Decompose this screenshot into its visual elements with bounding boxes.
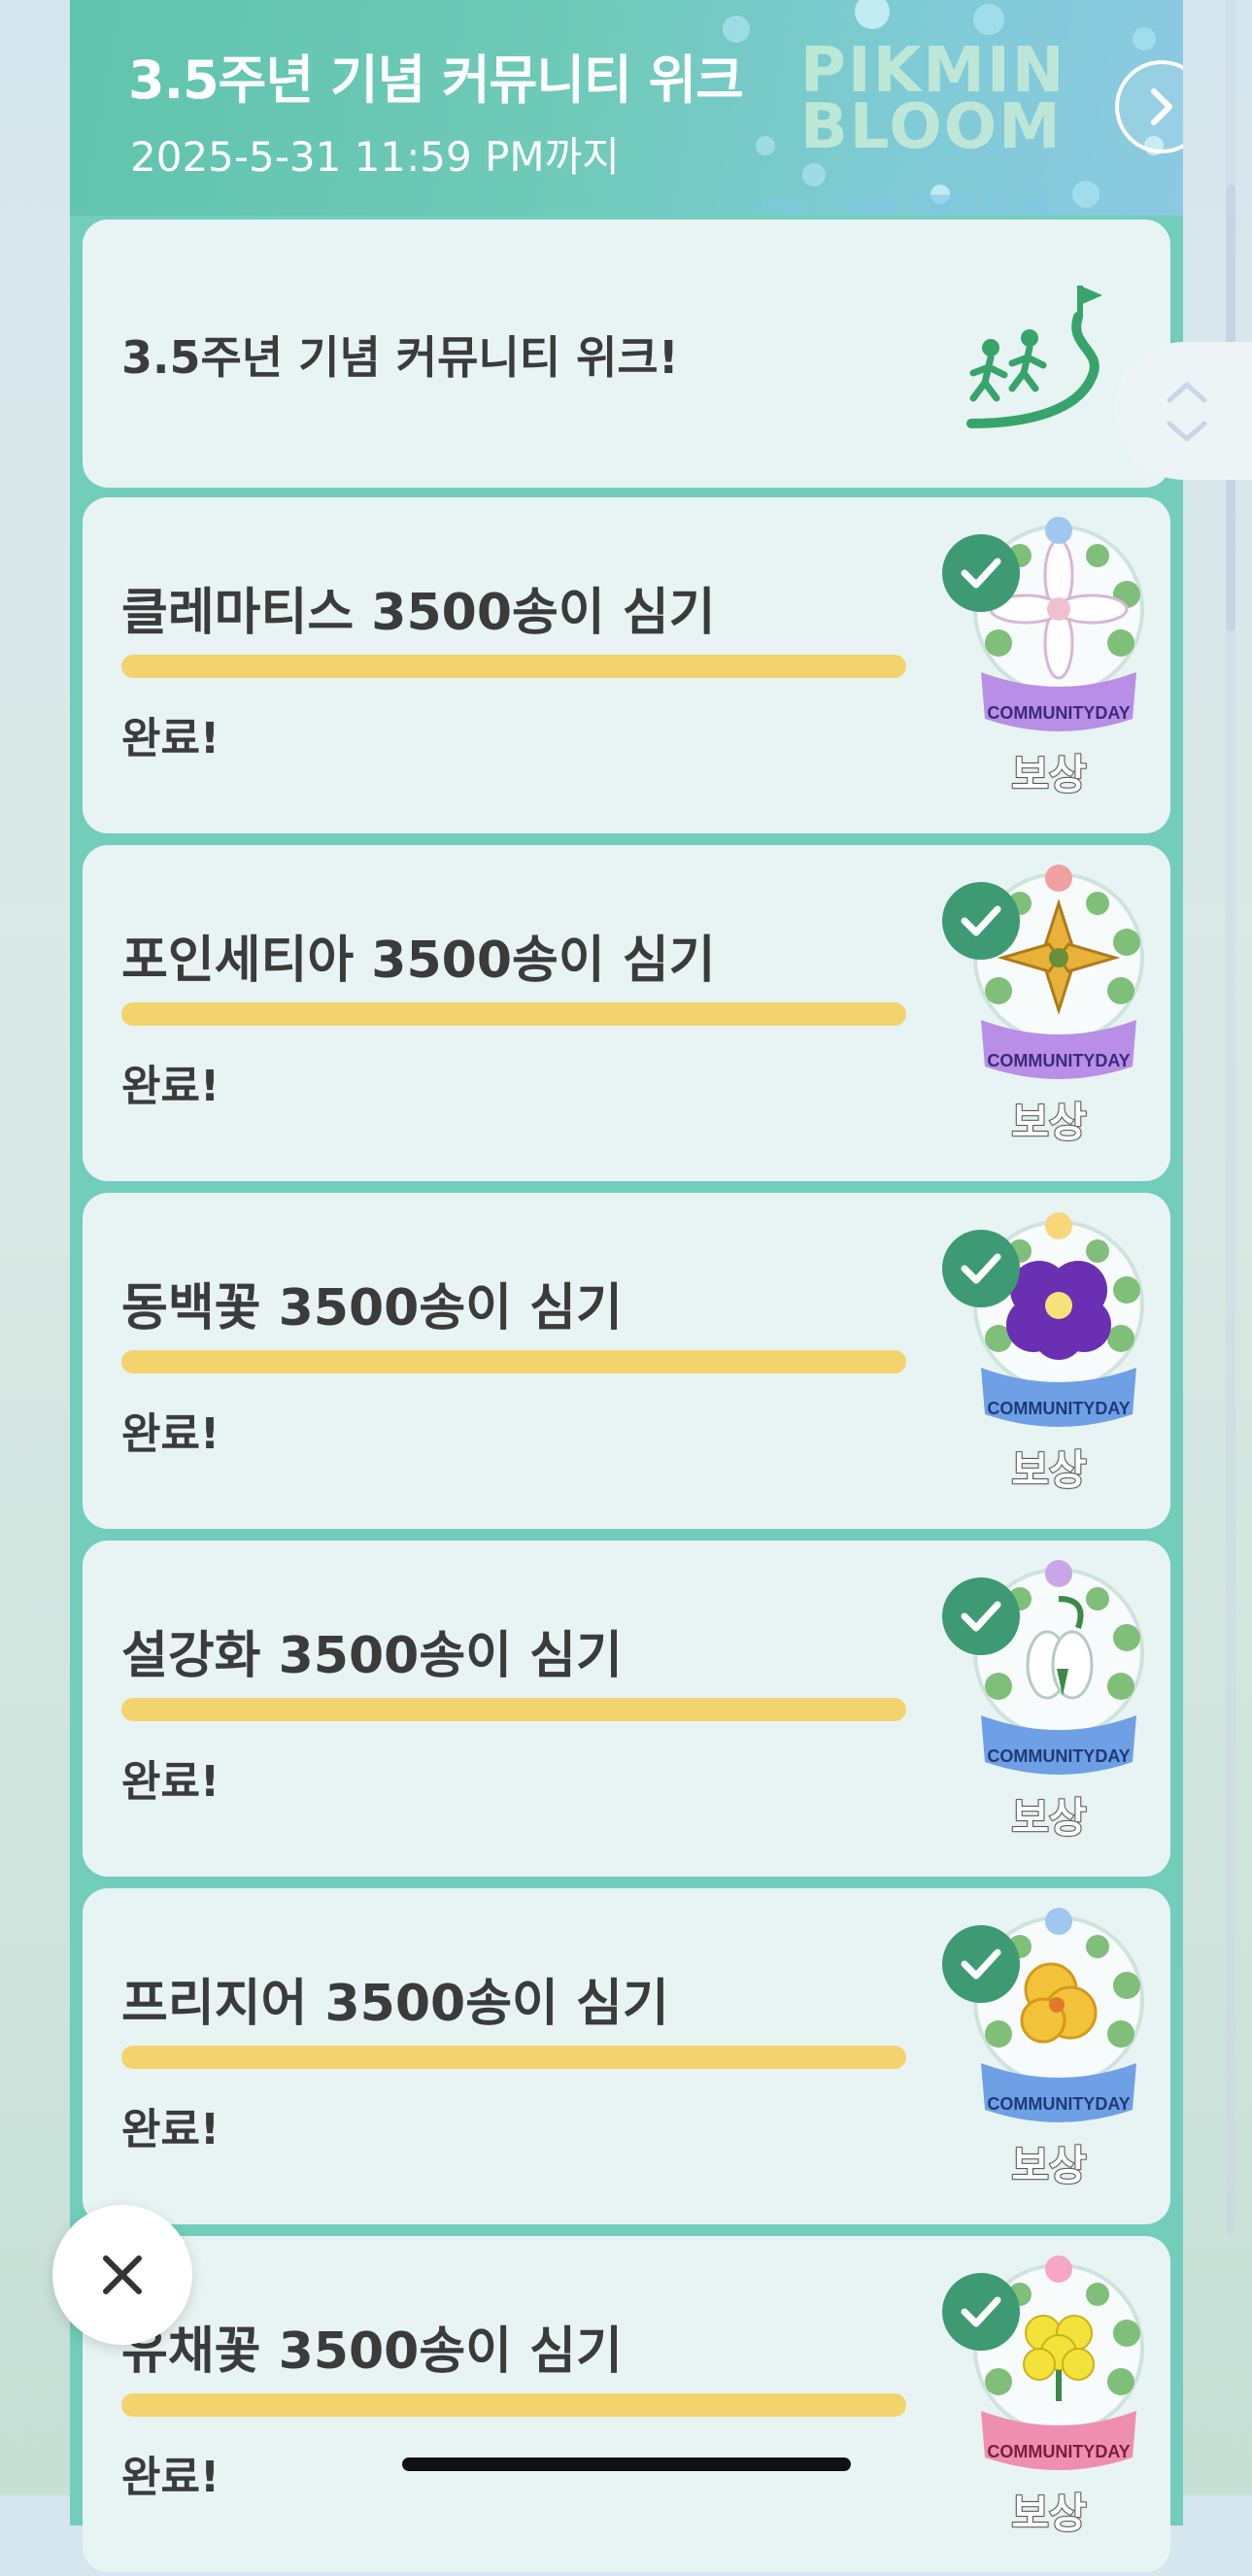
task-card: 클레마티스 3500송이 심기 완료! COMMUNITYDAY 보상 xyxy=(83,497,1170,833)
task-status: 완료! xyxy=(121,2453,220,2502)
task-title: 포인세티아 3500송이 심기 xyxy=(121,932,716,990)
task-card: 동백꽃 3500송이 심기 완료! COMMUNITYDAY 보상 xyxy=(83,1193,1170,1529)
task-status: 완료! xyxy=(121,1757,220,1807)
check-icon xyxy=(942,882,1020,960)
reward-badge[interactable]: COMMUNITYDAY 보상 xyxy=(942,517,1156,837)
intro-card: 3.5주년 기념 커뮤니티 위크! xyxy=(83,220,1170,488)
progress-bar xyxy=(121,1002,906,1026)
reward-badge[interactable]: COMMUNITYDAY 보상 xyxy=(942,1212,1156,1533)
check-icon xyxy=(942,1577,1020,1655)
progress-bar xyxy=(121,2046,906,2069)
check-icon xyxy=(942,534,1020,612)
badge-text: COMMUNITYDAY xyxy=(987,2094,1130,2114)
task-title: 프리지어 3500송이 심기 xyxy=(121,1975,669,2033)
task-card: 포인세티아 3500송이 심기 완료! COMMUNITYDAY 보상 xyxy=(83,845,1170,1181)
reward-badge[interactable]: COMMUNITYDAY 보상 xyxy=(942,864,1156,1185)
progress-bar xyxy=(121,2393,906,2417)
reward-label: 보상 xyxy=(1010,1445,1087,1495)
banner-anniversary-text: 3.5주년 xyxy=(756,163,1058,216)
page-title: 3.5주년 기념 커뮤니티 위크 xyxy=(128,50,744,111)
close-icon xyxy=(103,2255,142,2294)
reward-label: 보상 xyxy=(1010,2141,1087,2190)
check-icon xyxy=(942,1230,1020,1307)
progress-bar xyxy=(121,655,906,678)
progress-bar xyxy=(121,1698,906,1721)
check-icon xyxy=(942,1925,1020,2003)
reward-label: 보상 xyxy=(1010,2489,1087,2538)
reward-label: 보상 xyxy=(1010,1098,1087,1147)
reward-badge[interactable]: COMMUNITYDAY 보상 xyxy=(942,1908,1156,2228)
reward-badge[interactable]: COMMUNITYDAY 보상 xyxy=(942,1560,1156,1881)
task-title: 설강화 3500송이 심기 xyxy=(121,1627,623,1685)
task-card: 프리지어 3500송이 심기 완료! COMMUNITYDAY 보상 xyxy=(83,1888,1170,2224)
close-button[interactable] xyxy=(52,2205,192,2345)
task-status: 완료! xyxy=(121,1409,220,1459)
reward-label: 보상 xyxy=(1010,1793,1087,1843)
challenge-header: PIKMIN BLOOM 3.5주년 3.5주년 기념 커뮤니티 위크 2025… xyxy=(70,0,1183,216)
chevron-right-icon xyxy=(1151,88,1172,125)
task-status: 완료! xyxy=(121,2105,220,2154)
task-title: 동백꽃 3500송이 심기 xyxy=(121,1279,623,1338)
badge-text: COMMUNITYDAY xyxy=(987,703,1130,723)
scroll-handle[interactable] xyxy=(1115,342,1252,480)
badge-text: COMMUNITYDAY xyxy=(987,2442,1130,2461)
badge-text: COMMUNITYDAY xyxy=(987,1399,1130,1418)
progress-bar xyxy=(121,1350,906,1373)
task-status: 완료! xyxy=(121,1062,220,1111)
check-icon xyxy=(942,2273,1020,2351)
task-card: 유채꽃 3500송이 심기 완료! COMMUNITYDAY 보상 xyxy=(83,2236,1170,2572)
badge-text: COMMUNITYDAY xyxy=(987,1746,1130,1766)
banner-logo-line: BLOOM xyxy=(800,91,1063,163)
task-status: 완료! xyxy=(121,714,220,763)
intro-text: 3.5주년 기념 커뮤니티 위크! xyxy=(121,331,679,384)
badge-text: COMMUNITYDAY xyxy=(987,1051,1130,1070)
task-card: 설강화 3500송이 심기 완료! COMMUNITYDAY 보상 xyxy=(83,1541,1170,1877)
reward-label: 보상 xyxy=(1010,750,1087,799)
reward-badge[interactable]: COMMUNITYDAY 보상 xyxy=(942,2255,1156,2576)
scroll-up-down-icon xyxy=(1167,382,1207,442)
home-indicator[interactable] xyxy=(402,2457,851,2471)
task-title: 클레마티스 3500송이 심기 xyxy=(121,584,716,642)
deadline-text: 2025-5-31 11:59 PM까지 xyxy=(130,133,620,181)
task-title: 유채꽃 3500송이 심기 xyxy=(121,2322,623,2381)
running-people-flag-icon xyxy=(966,286,1102,428)
banner-logo: PIKMIN BLOOM xyxy=(800,40,1066,163)
